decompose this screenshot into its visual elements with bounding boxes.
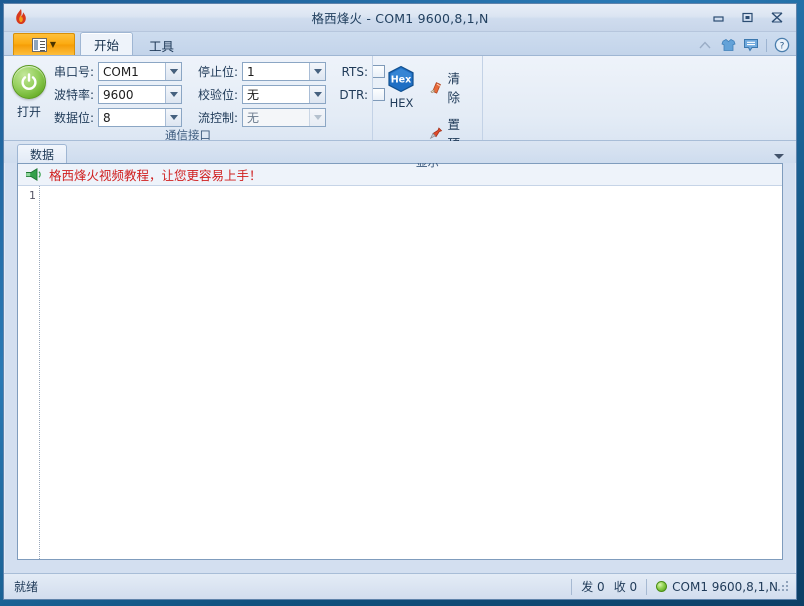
tab-data-label: 数据	[30, 147, 55, 162]
application-window: 格西烽火 - COM1 9600,8,1,N ▼ 开始 工具 ? 打开 串口号:…	[3, 3, 797, 600]
baudrate-value: 9600	[103, 87, 134, 102]
editor-content[interactable]	[40, 186, 782, 559]
svg-text:?: ?	[780, 41, 785, 51]
open-port-button[interactable]: 打开	[12, 62, 46, 120]
parity-combobox[interactable]: 无	[242, 85, 326, 104]
rts-label: RTS:	[341, 64, 368, 79]
tab-tools[interactable]: 工具	[135, 34, 188, 55]
dtr-label: DTR:	[339, 87, 368, 102]
status-text: 就绪	[14, 580, 39, 594]
eraser-icon	[430, 82, 441, 94]
clear-button[interactable]: 清除	[426, 66, 474, 108]
tab-start[interactable]: 开始	[80, 32, 134, 55]
close-button[interactable]	[763, 8, 790, 27]
settings-column-middle: 停止位: 1 校验位: 无 流控制: 无	[190, 62, 326, 127]
chevron-down-icon[interactable]	[165, 109, 181, 126]
data-pane: 格西烽火视频教程，让您更容易上手！ 1	[17, 163, 783, 560]
field-baudrate-label: 波特率:	[53, 88, 94, 102]
status-divider	[646, 578, 648, 595]
window-title: 格西烽火 - COM1 9600,8,1,N	[311, 11, 489, 26]
document-tab-strip: 数据	[4, 141, 796, 163]
ribbon-body: 打开 串口号: COM1 波特率: 9600 数据位: 8 停止位: 1 校验位…	[4, 56, 796, 169]
title-bar: 格西烽火 - COM1 9600,8,1,N	[4, 4, 796, 32]
line-number: 1	[29, 189, 36, 202]
field-databits-label: 数据位:	[53, 111, 94, 125]
tab-tools-label: 工具	[149, 38, 175, 54]
field-databits: 数据位: 8	[46, 108, 182, 127]
pushpin-icon	[429, 127, 443, 140]
ribbon-quick-icons: ?	[697, 37, 790, 55]
line-number-gutter: 1	[18, 186, 40, 559]
icon-divider	[766, 38, 767, 52]
tab-overflow-chevron-icon[interactable]	[774, 154, 784, 159]
promo-banner-text: 格西烽火视频教程，让您更容易上手！	[49, 168, 262, 183]
ribbon-group-display: Hex HEX 清除 置	[372, 56, 482, 169]
port-value: COM1	[103, 64, 139, 79]
port-combobox[interactable]: COM1	[98, 62, 182, 81]
hex-icon: Hex	[385, 64, 417, 94]
flowcontrol-value: 无	[247, 111, 260, 125]
field-port-label: 串口号:	[53, 65, 94, 79]
resize-grip[interactable]	[778, 580, 790, 593]
app-logo-flame-icon	[10, 7, 32, 29]
minimize-button[interactable]	[705, 8, 732, 27]
stopbits-combobox[interactable]: 1	[242, 62, 326, 81]
clear-button-label: 清除	[447, 71, 461, 105]
ribbon-tab-strip: ▼ 开始 工具 ?	[4, 32, 796, 56]
databits-value: 8	[103, 110, 111, 125]
databits-combobox[interactable]: 8	[98, 108, 182, 127]
help-icon[interactable]: ?	[774, 37, 790, 53]
power-icon	[12, 65, 46, 99]
feedback-icon[interactable]	[743, 37, 759, 53]
svg-text:Hex: Hex	[391, 74, 412, 85]
skin-shirt-icon[interactable]	[720, 37, 736, 53]
chevron-down-icon[interactable]	[165, 63, 181, 80]
open-port-label: 打开	[16, 105, 41, 119]
connection-led-icon	[656, 581, 668, 592]
stopbits-value: 1	[247, 64, 255, 79]
serial-settings-fields: 串口号: COM1 波特率: 9600 数据位: 8 停止位: 1 校验位: 无…	[46, 62, 385, 127]
field-parity-label: 校验位:	[197, 88, 238, 102]
pane-bottom-spacer	[4, 560, 796, 573]
field-stopbits-label: 停止位:	[197, 65, 238, 79]
chevron-down-icon[interactable]	[309, 109, 325, 126]
chevron-down-icon: ▼	[49, 39, 57, 49]
status-bar: 就绪 发 0 收 0 COM1 9600,8,1,N	[4, 573, 796, 599]
field-baudrate: 波特率: 9600	[46, 85, 182, 104]
data-editor[interactable]: 1	[18, 186, 782, 559]
field-stopbits: 停止位: 1	[190, 62, 326, 81]
transfer-counters: 发 0 收 0	[581, 578, 637, 595]
flowcontrol-combobox[interactable]: 无	[242, 108, 326, 127]
chevron-down-icon[interactable]	[309, 86, 325, 103]
chevron-down-icon[interactable]	[165, 86, 181, 103]
field-port: 串口号: COM1	[46, 62, 182, 81]
ribbon-group-communication: 打开 串口号: COM1 波特率: 9600 数据位: 8 停止位: 1 校验位…	[4, 56, 385, 142]
port-status: COM1 9600,8,1,N	[656, 580, 778, 594]
document-menu-icon	[31, 37, 47, 52]
received-count: 收 0	[613, 580, 638, 594]
field-parity: 校验位: 无	[190, 85, 326, 104]
chevron-down-icon[interactable]	[309, 63, 325, 80]
minimize-ribbon-icon[interactable]	[697, 37, 713, 53]
ribbon-empty-area	[482, 56, 796, 140]
baudrate-combobox[interactable]: 9600	[98, 85, 182, 104]
tab-data[interactable]: 数据	[17, 144, 68, 163]
sent-count: 发 0	[581, 580, 605, 594]
megaphone-icon	[26, 167, 41, 182]
settings-column-left: 串口号: COM1 波特率: 9600 数据位: 8	[46, 62, 182, 127]
hex-label: HEX	[389, 96, 414, 110]
tab-start-label: 开始	[94, 37, 120, 53]
field-flowcontrol: 流控制: 无	[190, 108, 326, 127]
port-status-text: COM1 9600,8,1,N	[672, 579, 778, 594]
field-flowcontrol-label: 流控制:	[197, 111, 238, 125]
parity-value: 无	[247, 88, 260, 102]
application-menu-button[interactable]: ▼	[13, 33, 75, 55]
window-controls	[705, 8, 790, 27]
maximize-button[interactable]	[734, 8, 761, 27]
hex-toggle-button[interactable]: Hex HEX	[381, 62, 422, 110]
status-divider	[571, 578, 573, 595]
